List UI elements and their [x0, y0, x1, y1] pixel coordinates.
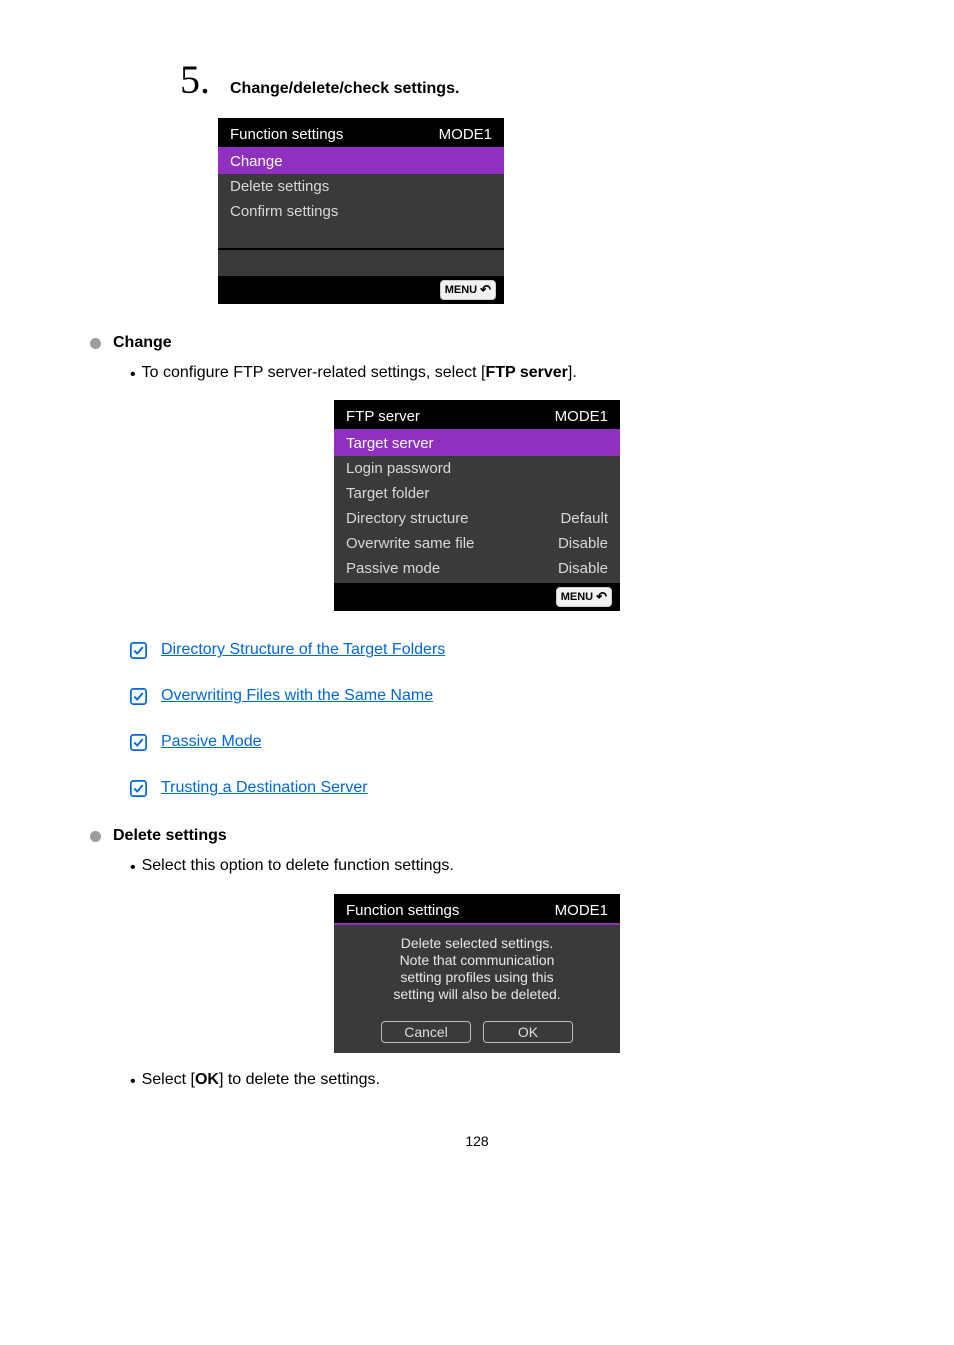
- final-text: Select [OK] to delete the settings.: [142, 1069, 380, 1093]
- menu-row-directory-structure: Directory structureDefault: [334, 506, 620, 531]
- menu-back-badge: MENU ↶: [556, 587, 612, 607]
- screenshot-menu-list: Target server Login password Target fold…: [334, 429, 620, 583]
- bullet-dot: •: [130, 1071, 136, 1093]
- section-title-change: Change: [113, 334, 172, 352]
- link-text[interactable]: Overwriting Files with the Same Name: [161, 687, 433, 705]
- screenshot-ftp-server: FTP server MODE1 Target server Login pas…: [334, 400, 620, 611]
- menu-row-change: Change: [218, 149, 504, 174]
- menu-row-overwrite: Overwrite same fileDisable: [334, 531, 620, 556]
- delete-text: Select this option to delete function se…: [142, 855, 454, 879]
- bullet-dot: •: [130, 857, 136, 879]
- change-text: To configure FTP server-related settings…: [142, 362, 577, 386]
- dialog-buttons: Cancel OK: [334, 1021, 620, 1053]
- spacer: [218, 250, 504, 274]
- reference-icon: [130, 734, 147, 751]
- round-bullet-icon: [90, 831, 101, 842]
- link-trusting-server[interactable]: Trusting a Destination Server: [130, 779, 864, 797]
- section-change: Change: [90, 334, 864, 352]
- screenshot-mode: MODE1: [439, 126, 492, 143]
- menu-back-badge: MENU ↶: [440, 280, 496, 300]
- reference-icon: [130, 780, 147, 797]
- screenshot-function-settings: Function settings MODE1 Change Delete se…: [218, 118, 504, 304]
- undo-icon: ↶: [596, 589, 607, 605]
- dialog-mode: MODE1: [555, 902, 608, 919]
- page-number: 128: [90, 1133, 864, 1149]
- menu-row-confirm: Confirm settings: [218, 199, 504, 224]
- menu-row-passive-mode: Passive modeDisable: [334, 556, 620, 581]
- step-number: 5.: [180, 60, 210, 100]
- link-text[interactable]: Passive Mode: [161, 733, 262, 751]
- screenshot-header: FTP server MODE1: [334, 400, 620, 429]
- cancel-button: Cancel: [381, 1021, 471, 1043]
- menu-row-target-server: Target server: [334, 431, 620, 456]
- dialog-message: Delete selected settings. Note that comm…: [334, 923, 620, 1021]
- menu-label: MENU: [561, 591, 593, 603]
- menu-row-delete: Delete settings: [218, 174, 504, 199]
- step-5-header: 5. Change/delete/check settings.: [180, 60, 864, 100]
- reference-icon: [130, 688, 147, 705]
- spacer: [218, 224, 504, 248]
- link-text[interactable]: Trusting a Destination Server: [161, 779, 368, 797]
- section-title-delete: Delete settings: [113, 827, 227, 845]
- dialog-header: Function settings MODE1: [334, 894, 620, 923]
- change-description: • To configure FTP server-related settin…: [130, 362, 864, 386]
- link-text[interactable]: Directory Structure of the Target Folder…: [161, 641, 445, 659]
- menu-row-login-password: Login password: [334, 456, 620, 481]
- undo-icon: ↶: [480, 282, 491, 298]
- round-bullet-icon: [90, 338, 101, 349]
- step-title: Change/delete/check settings.: [230, 80, 459, 98]
- link-directory-structure[interactable]: Directory Structure of the Target Folder…: [130, 641, 864, 659]
- screenshot-footer: MENU ↶: [334, 583, 620, 611]
- ok-button: OK: [483, 1021, 573, 1043]
- menu-label: MENU: [445, 284, 477, 296]
- dialog-title: Function settings: [346, 902, 459, 919]
- screenshot-menu-list: Change Delete settings Confirm settings: [218, 147, 504, 276]
- screenshot-mode: MODE1: [555, 408, 608, 425]
- section-delete: Delete settings: [90, 827, 864, 845]
- screenshot-footer: MENU ↶: [218, 276, 504, 304]
- screenshot-title: FTP server: [346, 408, 420, 425]
- menu-row-target-folder: Target folder: [334, 481, 620, 506]
- reference-icon: [130, 642, 147, 659]
- delete-description: • Select this option to delete function …: [130, 855, 864, 879]
- bullet-dot: •: [130, 364, 136, 386]
- final-instruction: • Select [OK] to delete the settings.: [130, 1069, 864, 1093]
- link-overwriting[interactable]: Overwriting Files with the Same Name: [130, 687, 864, 705]
- link-passive-mode[interactable]: Passive Mode: [130, 733, 864, 751]
- screenshot-header: Function settings MODE1: [218, 118, 504, 147]
- screenshot-title: Function settings: [230, 126, 343, 143]
- screenshot-delete-dialog: Function settings MODE1 Delete selected …: [334, 894, 620, 1053]
